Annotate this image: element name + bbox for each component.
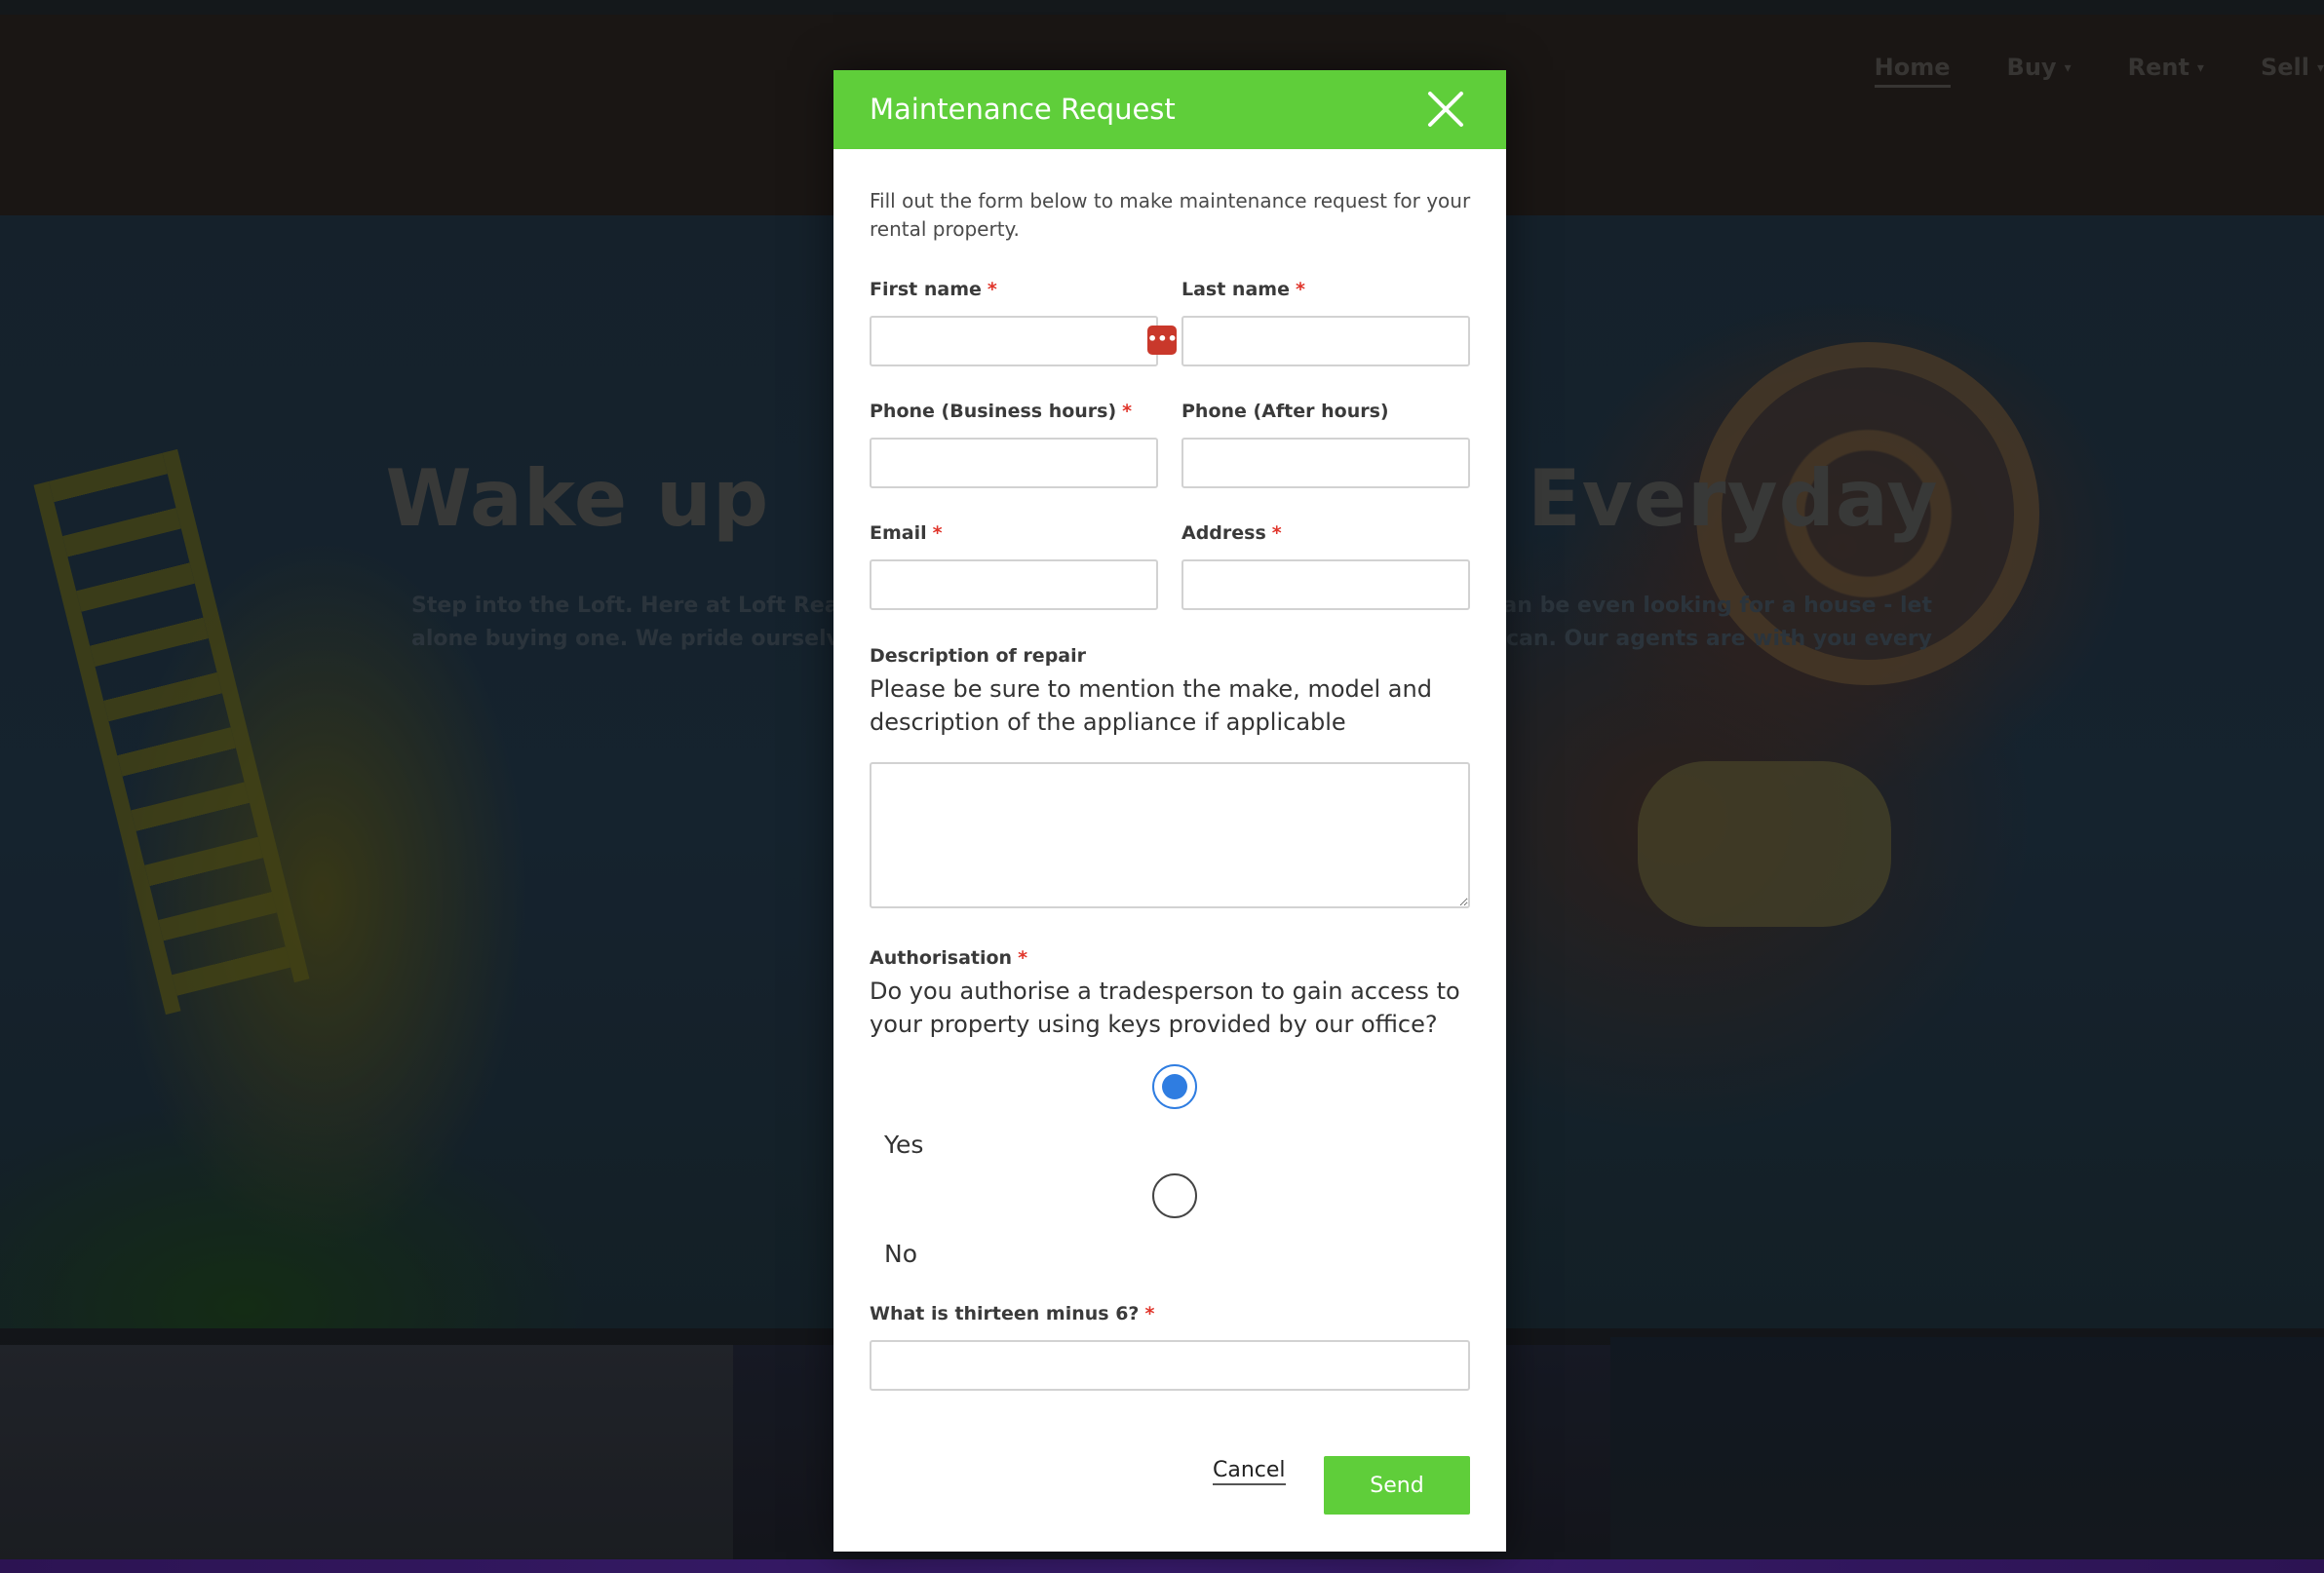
- label-text: Authorisation: [870, 947, 1013, 969]
- authorisation-no-radio[interactable]: [1152, 1173, 1197, 1218]
- first-name-field[interactable]: [870, 316, 1158, 366]
- label-text: Email: [870, 522, 927, 544]
- modal-header: Maintenance Request: [833, 70, 1506, 149]
- authorisation-help: Do you authorise a tradesperson to gain …: [870, 978, 1460, 1038]
- required-marker: *: [1122, 401, 1133, 422]
- password-manager-icon[interactable]: •••|: [1147, 326, 1183, 355]
- description-label: Description of repair: [870, 645, 1086, 667]
- label-text: Address: [1181, 522, 1266, 544]
- label-text: Description of repair: [870, 645, 1086, 667]
- captcha-field[interactable]: [870, 1340, 1470, 1391]
- first-name-field-wrap: •••|: [870, 316, 1183, 366]
- required-marker: *: [932, 522, 943, 544]
- send-button[interactable]: Send: [1324, 1456, 1470, 1515]
- description-textarea[interactable]: [870, 762, 1470, 908]
- label-text: Last name: [1181, 279, 1290, 300]
- required-marker: *: [1144, 1303, 1155, 1324]
- address-label: Address *: [1181, 522, 1282, 544]
- close-icon[interactable]: [1426, 90, 1465, 129]
- phone-after-label: Phone (After hours): [1181, 401, 1389, 422]
- authorisation-yes-radio[interactable]: [1152, 1064, 1197, 1109]
- first-name-label: First name *: [870, 279, 997, 300]
- captcha-label: What is thirteen minus 6? *: [870, 1303, 1154, 1324]
- label-text: First name: [870, 279, 982, 300]
- required-marker: *: [1271, 522, 1282, 544]
- required-marker: *: [987, 279, 997, 300]
- label-text: What is thirteen minus 6?: [870, 1303, 1140, 1324]
- authorisation-yes-label[interactable]: Yes: [884, 1131, 923, 1159]
- last-name-label: Last name *: [1181, 279, 1305, 300]
- required-marker: *: [1295, 279, 1305, 300]
- phone-after-field[interactable]: [1181, 438, 1470, 488]
- description-help: Please be sure to mention the make, mode…: [870, 675, 1432, 736]
- cancel-button[interactable]: Cancel: [1213, 1458, 1286, 1485]
- phone-business-label: Phone (Business hours) *: [870, 401, 1132, 422]
- label-text: Phone (After hours): [1181, 401, 1389, 422]
- authorisation-no-label[interactable]: No: [884, 1240, 917, 1268]
- modal-intro: Fill out the form below to make maintena…: [870, 189, 1471, 241]
- maintenance-request-modal: Maintenance Request Fill out the form be…: [833, 70, 1506, 1552]
- label-text: Phone (Business hours): [870, 401, 1117, 422]
- authorisation-label: Authorisation *: [870, 947, 1027, 969]
- email-label: Email *: [870, 522, 943, 544]
- last-name-field[interactable]: [1181, 316, 1470, 366]
- phone-business-field[interactable]: [870, 438, 1158, 488]
- required-marker: *: [1018, 947, 1028, 969]
- email-field[interactable]: [870, 559, 1158, 610]
- modal-title: Maintenance Request: [870, 93, 1176, 126]
- address-field[interactable]: [1181, 559, 1470, 610]
